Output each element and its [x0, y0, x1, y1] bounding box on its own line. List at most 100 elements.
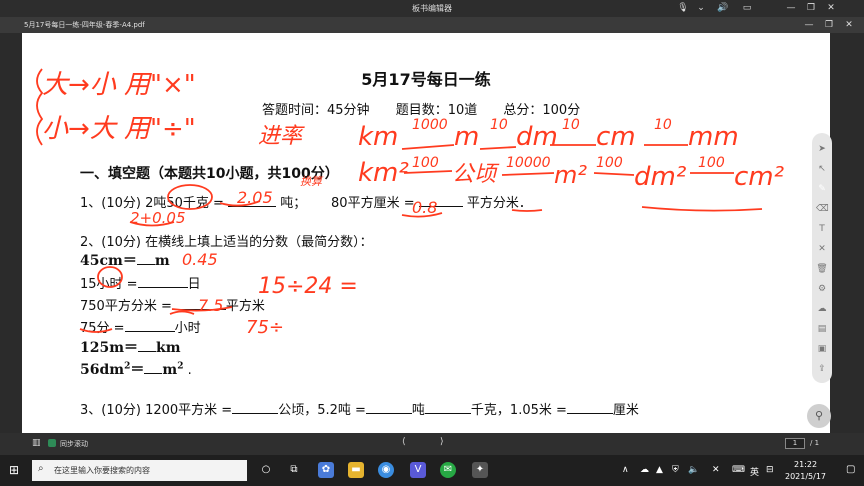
ink-unit-mm: mm: [688, 122, 739, 152]
document-tab-bar: 5月17号每日一练-四年级-春季-A4.pdf — ❐ ✕: [0, 17, 864, 33]
layers-icon[interactable]: ▤: [816, 323, 828, 335]
window-title: 板书编辑器: [412, 4, 452, 13]
maximize-icon[interactable]: ❐: [804, 2, 818, 14]
annotation-toolbar: ➤ ↖ ✎ ⌫ T ✕ 🗑 ⚙ ☁ ▤ ▣ ⇪: [812, 133, 832, 383]
clear-icon[interactable]: ✕: [816, 243, 828, 255]
taskbar-search-input[interactable]: 在这里输入你要搜索的内容: [32, 460, 247, 481]
ink-rate-10c: 10: [654, 117, 672, 133]
q2e-left: 125m＝: [80, 340, 139, 356]
ink-unit-m: m: [454, 122, 479, 152]
close-icon[interactable]: ✕: [824, 2, 838, 14]
q3-blank-2[interactable]: [365, 402, 412, 414]
page-title: 5月17号每日一练: [361, 70, 491, 89]
tray-shield-icon[interactable]: ⛨: [672, 465, 679, 475]
q3-p1: 3、(10分) 1200平方米 =: [80, 403, 233, 418]
tray-cloud-icon[interactable]: ☁: [640, 465, 649, 475]
tray-network-icon[interactable]: ⌨: [732, 465, 745, 475]
q2e-blank[interactable]: [138, 340, 157, 352]
ink-unit-km2: km²: [358, 158, 409, 188]
q2f-mid: ＝: [130, 362, 145, 378]
ink-rate-1000: 1000: [412, 117, 448, 133]
q3-p4: 千克，1.05米 =: [470, 403, 567, 418]
app-flower-icon[interactable]: ✿: [318, 462, 334, 478]
question-2e: 125m＝ km: [80, 337, 181, 357]
browser-icon[interactable]: ◉: [378, 462, 394, 478]
chevron-down-icon[interactable]: ⌄: [694, 2, 708, 14]
cortana-icon[interactable]: ○: [258, 462, 274, 478]
delete-icon[interactable]: 🗑: [816, 263, 828, 275]
task-view-icon[interactable]: ⧉: [286, 462, 302, 478]
q3-blank-3[interactable]: [424, 402, 471, 414]
gift-icon[interactable]: ▣: [816, 343, 828, 355]
notification-icon[interactable]: ▢: [846, 464, 855, 475]
q2c-blank[interactable]: [171, 298, 226, 310]
search-icon: ⌕: [38, 463, 44, 474]
ink-unit-dm: dm: [516, 122, 558, 152]
q2b-blank[interactable]: [137, 276, 188, 288]
sidebar-toggle-icon[interactable]: ▥: [32, 438, 41, 448]
file-explorer-icon[interactable]: ▬: [348, 462, 364, 478]
text-icon[interactable]: T: [816, 223, 828, 235]
windows-start-icon[interactable]: ⊞: [9, 463, 19, 477]
tray-volume-icon[interactable]: 🔈: [688, 465, 699, 475]
exam-score: 总分：100分: [503, 103, 581, 118]
ink-rate-100a: 100: [412, 155, 439, 171]
q2c-left: 750平方分米 =: [80, 299, 172, 314]
tray-app-icon[interactable]: ▲: [656, 465, 663, 475]
q2a-blank[interactable]: [136, 253, 155, 265]
question-2a: 45cm＝ m: [80, 250, 170, 270]
close-doc-icon[interactable]: ✕: [842, 18, 856, 32]
board-editor-icon[interactable]: ✦: [472, 462, 488, 478]
question-2d: 75分 = 小时: [80, 317, 201, 336]
title-bar: 板书编辑器 🎙 ⌄ 🔊 ▭ — ❐ ✕: [0, 0, 864, 17]
q1-blank-1[interactable]: [228, 195, 277, 207]
question-2c: 750平方分米 = 平方米: [80, 295, 265, 314]
share-icon[interactable]: ⇪: [816, 363, 828, 375]
cursor-icon[interactable]: ↖: [816, 163, 828, 175]
q2f-unit-exp: 2: [177, 361, 184, 372]
q2f-left: 56dm: [80, 362, 125, 378]
q1-blank-2[interactable]: [418, 195, 463, 207]
q3-blank-1[interactable]: [232, 402, 279, 414]
q2f-blank[interactable]: [144, 362, 163, 374]
ink-answer-2a: 0.45: [182, 250, 218, 269]
input-language[interactable]: 英: [750, 465, 759, 478]
pen-icon[interactable]: ✎: [816, 183, 828, 195]
tray-mute-icon[interactable]: ✕: [712, 465, 720, 475]
settings-icon[interactable]: ⚙: [816, 283, 828, 295]
q2d-blank[interactable]: [124, 320, 175, 332]
ink-work-1: 2+0.05: [130, 209, 186, 227]
speaker-icon[interactable]: 🔊: [716, 2, 730, 14]
sync-checkbox[interactable]: [48, 439, 56, 447]
clock-date: 2021/5/17: [785, 472, 827, 481]
quick-action-icon[interactable]: ⚲: [807, 404, 831, 428]
wechat-icon[interactable]: ✉: [440, 462, 456, 478]
restore-doc-icon[interactable]: ❐: [822, 18, 836, 32]
ink-unit-hectare: 公顷: [452, 162, 500, 187]
cloud-icon[interactable]: ☁: [816, 303, 828, 315]
app-v-icon[interactable]: V: [410, 462, 426, 478]
tray-chevron-icon[interactable]: ∧: [622, 465, 629, 475]
q3-blank-4[interactable]: [566, 402, 613, 414]
arrow-icon[interactable]: ➤: [816, 143, 828, 155]
document-tab[interactable]: 5月17号每日一练-四年级-春季-A4.pdf: [24, 20, 145, 30]
page-number-input[interactable]: 1: [785, 438, 805, 449]
eraser-icon[interactable]: ⌫: [816, 203, 829, 215]
ink-work-2b: 15÷24 =: [258, 274, 358, 299]
exam-meta: 答题时间：45分钟 题目数：10道 总分：100分: [262, 99, 602, 118]
section-heading: 一、填空题（本题共10小题，共100分）: [80, 166, 339, 182]
system-clock[interactable]: 21:22 2021/5/17: [785, 459, 826, 483]
ink-unit-m2: m²: [554, 161, 587, 189]
minimize-doc-icon[interactable]: —: [802, 18, 816, 32]
minimize-icon[interactable]: —: [784, 2, 798, 14]
q1-suffix: 平方分米．: [466, 196, 532, 211]
next-page-icon[interactable]: ⟩: [440, 437, 444, 447]
ink-rate-lines-1: [401, 144, 688, 150]
pdf-page[interactable]: 5月17号每日一练 答题时间：45分钟 题目数：10道 总分：100分 一、填空…: [22, 33, 830, 433]
tray-ime-icon[interactable]: ⊟: [766, 465, 774, 475]
prev-page-icon[interactable]: ⟨: [402, 437, 406, 447]
ink-underline-ans1b: [401, 212, 443, 218]
window-mode-icon[interactable]: ▭: [740, 2, 754, 14]
q3-p2: 公顷，5.2吨 =: [278, 403, 366, 418]
mic-icon[interactable]: 🎙: [676, 2, 690, 14]
